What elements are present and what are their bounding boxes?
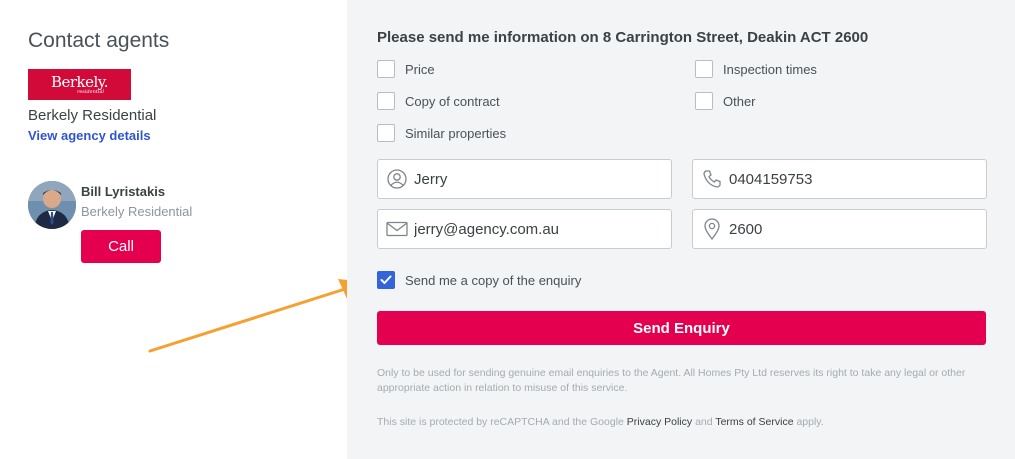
recaptcha-notice: This site is protected by reCAPTCHA and …	[377, 416, 824, 428]
envelope-icon	[386, 218, 408, 240]
contact-agents-heading: Contact agents	[28, 29, 170, 52]
agent-name: Bill Lyristakis	[81, 184, 166, 199]
checkbox-box[interactable]	[695, 92, 713, 110]
postcode-field[interactable]	[692, 209, 987, 249]
postcode-input[interactable]	[729, 220, 969, 238]
terms-of-service-link[interactable]: Terms of Service	[715, 416, 793, 428]
email-field[interactable]	[377, 209, 672, 249]
user-icon	[386, 168, 408, 190]
phone-input[interactable]	[729, 170, 969, 188]
agency-logo: Berkely. residential	[28, 69, 131, 100]
checkbox-label: Price	[405, 61, 435, 77]
checkbox-label: Send me a copy of the enquiry	[405, 272, 582, 288]
recaptcha-and: and	[695, 416, 713, 428]
location-pin-icon	[701, 218, 723, 240]
email-input[interactable]	[414, 220, 654, 238]
checkbox-label: Similar properties	[405, 125, 507, 141]
checkbox-label: Other	[723, 93, 756, 109]
checkbox-box[interactable]	[695, 60, 713, 78]
checkbox-box[interactable]	[377, 60, 395, 78]
checkmark-icon	[380, 275, 392, 284]
agent-avatar	[28, 181, 76, 229]
phone-icon	[701, 168, 723, 190]
agent-agency: Berkely Residential	[81, 204, 193, 219]
form-title: Please send me information on 8 Carringt…	[377, 29, 869, 46]
contact-agents-panel: Contact agents Berkely. residential Berk…	[0, 0, 368, 459]
checkbox-box-checked[interactable]	[377, 271, 395, 289]
checkbox-inspection-times[interactable]: Inspection times	[695, 60, 817, 78]
name-field[interactable]	[377, 159, 672, 199]
agency-name: Berkely Residential	[28, 107, 157, 124]
recaptcha-prefix: This site is protected by reCAPTCHA and …	[377, 416, 624, 428]
checkbox-similar-properties[interactable]: Similar properties	[377, 124, 506, 142]
checkbox-box[interactable]	[377, 124, 395, 142]
recaptcha-suffix: apply.	[796, 416, 824, 428]
privacy-policy-link[interactable]: Privacy Policy	[627, 416, 692, 428]
disclaimer-text: Only to be used for sending genuine emai…	[377, 367, 966, 394]
annotation-arrow	[148, 279, 368, 353]
checkbox-label: Inspection times	[723, 61, 817, 77]
checkbox-copy-of-contract[interactable]: Copy of contract	[377, 92, 500, 110]
send-enquiry-button[interactable]: Send Enquiry	[377, 311, 986, 345]
view-agency-details-link[interactable]: View agency details	[28, 128, 151, 143]
agency-logo-subtext: residential	[76, 88, 105, 95]
phone-field[interactable]	[692, 159, 987, 199]
checkbox-other[interactable]: Other	[695, 92, 756, 110]
agency-logo-text: Berkely.	[50, 72, 109, 91]
checkbox-send-copy[interactable]: Send me a copy of the enquiry	[377, 271, 581, 289]
checkbox-price[interactable]: Price	[377, 60, 435, 78]
checkbox-label: Copy of contract	[405, 93, 500, 109]
checkbox-box[interactable]	[377, 92, 395, 110]
call-button[interactable]: Call	[81, 230, 161, 263]
name-input[interactable]	[414, 170, 654, 188]
